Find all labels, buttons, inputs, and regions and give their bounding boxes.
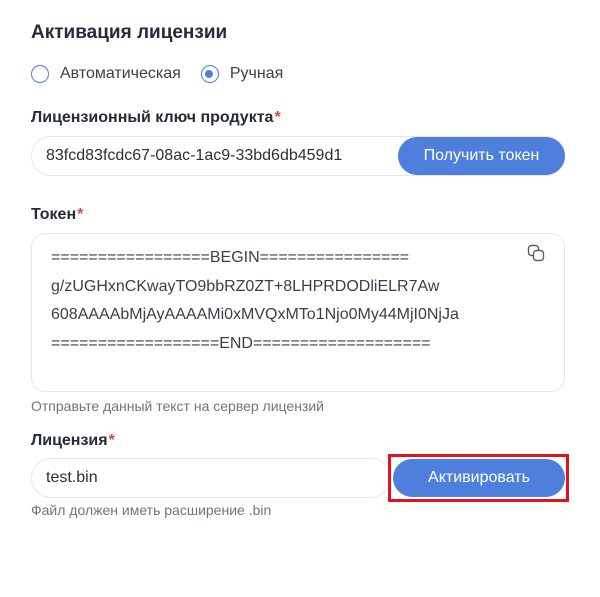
required-mark: *: [108, 432, 115, 449]
license-label-text: Лицензия: [31, 432, 108, 449]
license-hint: Файл должен иметь расширение .bin: [31, 502, 272, 518]
token-line: ==================END===================: [51, 334, 431, 352]
token-textarea[interactable]: =================BEGIN================ g/…: [31, 233, 565, 392]
product-key-label-text: Лицензионный ключ продукта: [31, 109, 274, 126]
radio-manual-label: Ручная: [229, 65, 284, 82]
token-label-text: Токен: [31, 206, 77, 223]
token-label: Токен*: [31, 206, 83, 224]
license-file-value: test.bin: [46, 469, 98, 486]
activation-mode-group: Автоматическая Ручная: [31, 65, 303, 83]
radio-manual-circle[interactable]: [200, 65, 219, 83]
license-label: Лицензия*: [31, 432, 115, 450]
radio-automatic-label: Автоматическая: [60, 65, 181, 82]
token-text: =================BEGIN================ g/…: [51, 244, 459, 358]
required-mark: *: [274, 109, 281, 126]
activate-button-highlight: [388, 454, 569, 502]
radio-manual[interactable]: Ручная: [200, 65, 284, 83]
token-line: g/zUGHxnCKwayTO9bbRZ0ZT+8LHPRDODliELR7Aw: [51, 277, 440, 295]
token-hint: Отправьте данный текст на сервер лицензи…: [31, 398, 324, 414]
radio-automatic-circle[interactable]: [31, 65, 49, 83]
radio-automatic[interactable]: Автоматическая: [31, 65, 181, 83]
page-title: Активация лицензии: [31, 22, 228, 43]
required-mark: *: [77, 206, 84, 223]
token-line: =================BEGIN================: [51, 249, 410, 266]
copy-icon[interactable]: [527, 244, 545, 262]
license-file-input[interactable]: test.bin: [31, 458, 391, 498]
product-key-label: Лицензионный ключ продукта*: [31, 109, 281, 127]
product-key-value: 83fcd83fcdc67-08ac-1ac9-33bd6db459d1: [46, 147, 343, 164]
token-line: 608AAAAbMjAyAAAAMi0xMVQxMTo1Njo0My44MjI0…: [51, 306, 459, 323]
get-token-button[interactable]: Получить токен: [398, 137, 565, 175]
